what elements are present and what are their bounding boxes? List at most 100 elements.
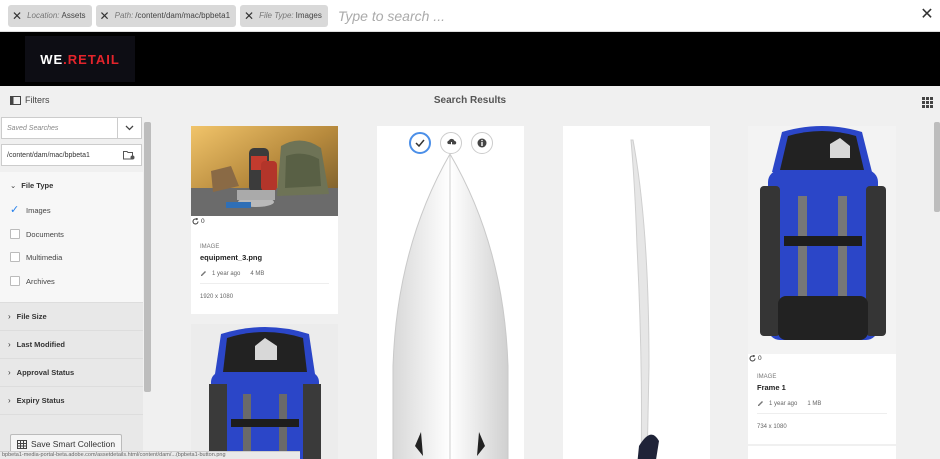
saved-searches-select[interactable]: Saved Searches	[1, 117, 142, 139]
checkbox-checked-icon[interactable]: ✓	[10, 205, 20, 216]
tag-value: /content/dam/mac/bpbeta1	[135, 11, 231, 20]
we-retail-logo[interactable]: WE. RETAIL	[25, 36, 135, 82]
asset-card[interactable]	[377, 126, 524, 459]
rail-scrollbar[interactable]	[144, 122, 151, 392]
chevron-down-icon[interactable]	[117, 118, 141, 138]
accordion-label: Last Modified	[16, 340, 66, 349]
omnisearch-bar: ✕ Location: Assets ✕ Path: /content/dam/…	[0, 0, 940, 32]
search-tag-location[interactable]: ✕ Location: Assets	[8, 4, 92, 27]
accordion-file-size[interactable]: › File Size	[0, 302, 143, 330]
asset-type: IMAGE	[200, 244, 220, 250]
filter-option-images[interactable]: ✓ Images	[10, 205, 51, 216]
chevron-down-icon: ⌄	[10, 181, 17, 190]
divider	[200, 283, 329, 284]
accordion-expiry-status[interactable]: › Expiry Status	[0, 386, 143, 414]
save-smart-label: Save Smart Collection	[31, 439, 116, 449]
checkbox[interactable]	[10, 252, 20, 262]
asset-type: IMAGE	[757, 374, 777, 380]
asset-name[interactable]: Frame 1	[757, 383, 887, 392]
path-field[interactable]: /content/dam/mac/bpbeta1	[1, 144, 142, 166]
filter-option-archives[interactable]: Archives	[10, 276, 55, 286]
asset-details: 1 year ago 4 MB	[200, 270, 329, 277]
refresh-icon	[749, 355, 756, 362]
download-button[interactable]	[440, 132, 462, 154]
sync-count-value: 0	[201, 218, 205, 225]
remove-tag-icon[interactable]: ✕	[100, 10, 110, 22]
pencil-icon	[201, 271, 206, 276]
checkbox[interactable]	[10, 229, 20, 239]
sync-count: 0	[749, 355, 762, 362]
asset-meta: IMAGE Frame 1 1 year ago 1 MB 734 x 1080	[748, 364, 896, 444]
select-checkmark-button[interactable]	[409, 132, 431, 154]
accordion-label: Expiry Status	[16, 396, 65, 405]
backpack-image	[209, 327, 321, 459]
file-type-heading[interactable]: ⌄ File Type	[10, 181, 53, 190]
asset-card[interactable]: 0 IMAGE equipment_3.png 1 year ago 4 MB …	[191, 126, 338, 314]
table-icon	[17, 439, 27, 449]
asset-dimensions: 1920 x 1080	[200, 294, 234, 300]
option-label: Documents	[26, 229, 64, 239]
checkbox[interactable]	[10, 276, 20, 286]
asset-name[interactable]: equipment_3.png	[200, 253, 329, 262]
accordion-approval-status[interactable]: › Approval Status	[0, 358, 143, 386]
results-grid: 0 IMAGE equipment_3.png 1 year ago 4 MB …	[154, 116, 940, 459]
results-scrollbar[interactable]	[934, 122, 940, 212]
card-view-icon[interactable]	[922, 95, 933, 113]
checkmark-icon	[415, 139, 425, 147]
filter-option-documents[interactable]: Documents	[10, 229, 64, 239]
filter-rail: Saved Searches /content/dam/mac/bpbeta1 …	[0, 116, 154, 459]
asset-thumbnail[interactable]	[748, 126, 896, 354]
search-input[interactable]	[337, 7, 898, 24]
surfboard-image	[392, 153, 509, 459]
refresh-icon	[192, 218, 199, 225]
asset-card[interactable]: 0 IMAGE Frame 1 1 year ago 1 MB 734 x 10…	[748, 126, 896, 444]
asset-thumbnail[interactable]	[191, 324, 338, 459]
asset-dimensions: 734 x 1080	[757, 424, 787, 430]
search-tag-file-type[interactable]: ✕ File Type: Images	[240, 4, 328, 27]
divider	[757, 413, 887, 414]
tag-key: File Type:	[259, 11, 294, 20]
asset-card[interactable]	[748, 446, 896, 459]
info-button[interactable]	[471, 132, 493, 154]
remove-tag-icon[interactable]: ✕	[244, 10, 254, 22]
accordion-last-modified[interactable]: › Last Modified	[0, 330, 143, 358]
asset-meta: IMAGE equipment_3.png 1 year ago 4 MB 19…	[191, 234, 338, 314]
sync-count: 0	[192, 218, 205, 225]
file-size: 1 MB	[807, 400, 822, 407]
remove-tag-icon[interactable]: ✕	[12, 10, 22, 22]
accordion-label: File Size	[16, 312, 47, 321]
option-label: Archives	[26, 276, 55, 286]
pencil-icon	[758, 401, 763, 406]
file-type-label: File Type	[21, 181, 54, 190]
brand-header: WE. RETAIL	[0, 32, 940, 86]
info-icon	[477, 138, 487, 148]
tag-value: Assets	[61, 11, 86, 20]
tag-key: Path:	[114, 11, 134, 20]
filter-option-multimedia[interactable]: Multimedia	[10, 252, 62, 262]
asset-card[interactable]	[191, 324, 338, 459]
backpack-image	[760, 126, 886, 340]
modified-time: 1 year ago	[212, 270, 241, 277]
logo-text-left: WE	[40, 51, 64, 67]
search-tag-path[interactable]: ✕ Path: /content/dam/mac/bpbeta1	[95, 4, 237, 27]
asset-thumbnail[interactable]	[191, 126, 338, 216]
path-value: /content/dam/mac/bpbeta1	[7, 152, 90, 159]
tag-key: Location:	[27, 11, 60, 20]
chevron-right-icon: ›	[8, 396, 11, 405]
asset-details: 1 year ago 1 MB	[757, 400, 887, 407]
accordion-label: Approval Status	[16, 368, 75, 377]
logo-text-right: RETAIL	[67, 51, 120, 67]
option-label: Images	[26, 205, 51, 215]
modified-time: 1 year ago	[769, 400, 798, 407]
cloud-download-icon	[446, 138, 456, 148]
asset-card[interactable]	[563, 126, 710, 459]
page-title: Search Results	[433, 95, 507, 106]
chevron-right-icon: ›	[8, 368, 11, 377]
tag-value: Images	[295, 11, 322, 20]
surfboard-side-image	[630, 139, 659, 459]
folder-picker-icon[interactable]	[117, 145, 141, 165]
status-bar-url: bpbeta1-media-portal-beta.adobe.com/asse…	[0, 451, 300, 459]
sync-count-value: 0	[758, 355, 762, 362]
close-search-icon[interactable]: ✕	[918, 6, 936, 24]
saved-searches-placeholder: Saved Searches	[7, 125, 59, 132]
